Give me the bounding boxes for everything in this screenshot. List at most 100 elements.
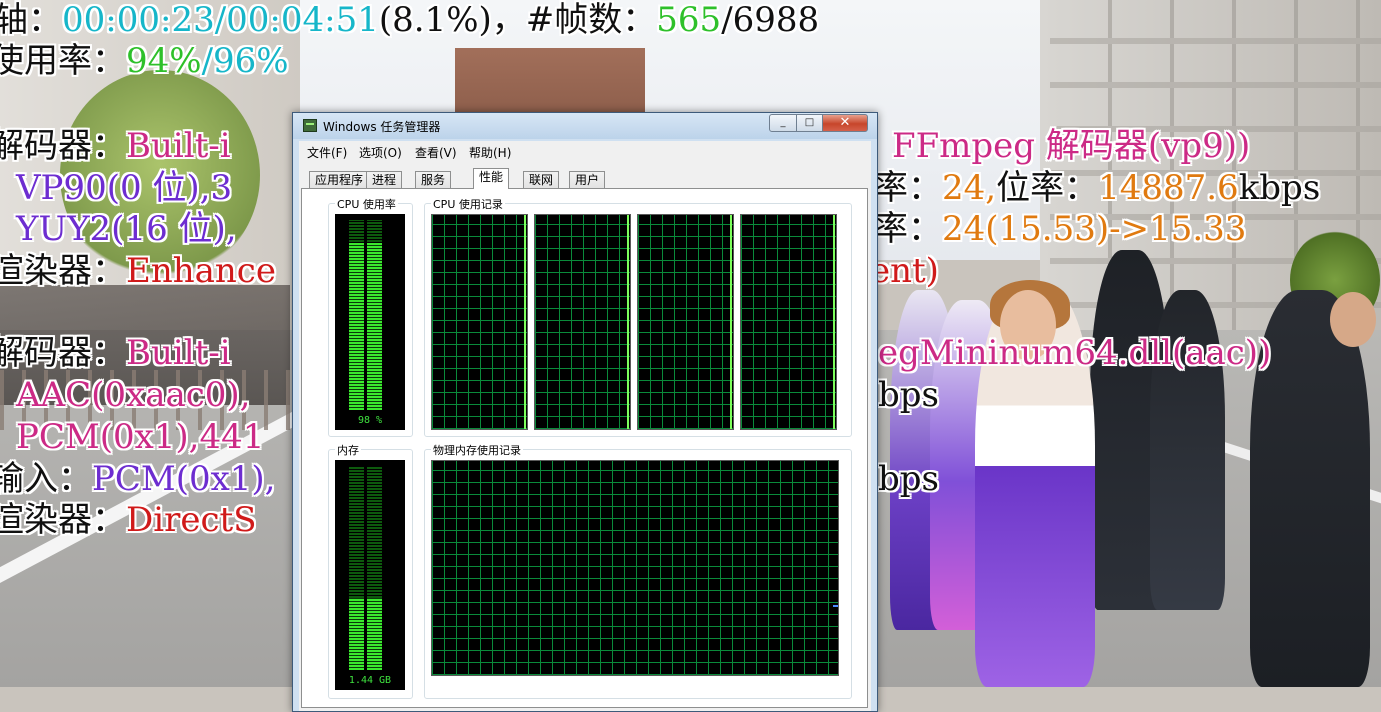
osd-frame-total: /6988 [721, 0, 820, 40]
osd-audio-bitrate-unit: bps [878, 375, 939, 415]
memory-meter-fill [349, 598, 364, 670]
cpu-trace [524, 215, 526, 429]
task-manager-window[interactable]: Windows 任务管理器 _ □ ✕ 文件(F) 选项(O) 查看(V) 帮助… [292, 112, 878, 712]
osd-audio-output: PCM(0x1), [16, 417, 200, 457]
osd-usage-value: 94% [126, 41, 202, 81]
osd-fps: 24, [942, 168, 997, 208]
cpu-history-graph-core-2 [534, 214, 631, 430]
osd-frame-current: 565 [656, 0, 722, 40]
tab-services[interactable]: 服务 [415, 171, 452, 188]
menu-bar: 文件(F) 选项(O) 查看(V) 帮助(H) [299, 141, 871, 161]
close-button[interactable]: ✕ [822, 114, 868, 132]
osd-audio-decoder-line: 解码器：Built-i [0, 333, 231, 374]
window-title: Windows 任务管理器 [323, 120, 441, 134]
menu-options[interactable]: 选项(O) [359, 144, 402, 161]
memory-history-label: 物理内存使用记录 [431, 442, 523, 458]
osd-audio-renderer: DirectS [126, 500, 257, 540]
menu-view[interactable]: 查看(V) [415, 144, 457, 161]
menu-help[interactable]: 帮助(H) [469, 144, 511, 161]
tab-processes[interactable]: 进程 [366, 171, 403, 188]
osd-audio-decoder-right: egMininum64.dll(aac)) [878, 333, 1271, 374]
osd-label: 使用率： [0, 41, 126, 81]
building-middle [455, 48, 645, 118]
memory-group: 内存 1.44 GB [328, 442, 413, 699]
menu-file[interactable]: 文件(F) [307, 144, 347, 161]
osd-audio-decoder-name: egMininum64.dll(aac)) [878, 333, 1272, 373]
title-bar[interactable]: Windows 任务管理器 _ □ ✕ [293, 113, 877, 139]
osd-partial: 441 [199, 417, 265, 457]
osd-video-decoder-line: 解码器：Built-i [0, 126, 231, 167]
cpu-usage-value: 98 % [357, 415, 383, 426]
osd-audio-input-line: 输入：PCM(0x1), [0, 459, 275, 500]
cpu-history-graph-core-3 [637, 214, 734, 430]
osd-frames-label: #帧数： [525, 0, 657, 40]
cpu-history-group: CPU 使用记录 [424, 196, 852, 437]
osd-framerate-bitrate: 率：24,位率：14887.6kbps [874, 168, 1320, 209]
memory-trace [833, 605, 838, 607]
osd-audio-input: PCM(0x1), [92, 459, 276, 499]
minimize-button[interactable]: _ [769, 114, 797, 132]
osd-usage-line: 使用率：94%/96% [0, 41, 289, 82]
osd-label: 渲染器： [0, 251, 126, 291]
osd-decoder-name: FFmpeg 解码器(vp9)) [892, 126, 1251, 166]
cpu-meter-fill [367, 243, 382, 410]
memory-value: 1.44 GB [348, 675, 392, 686]
tab-applications[interactable]: 应用程序 [309, 171, 370, 188]
window-body: 应用程序 进程 服务 性能 联网 用户 CPU 使用率 98 % CPU 使用记… [299, 161, 871, 711]
osd-video-format: VP90(0 位), [16, 168, 211, 208]
dancer-face [1330, 292, 1376, 347]
cpu-meter-fill [349, 243, 364, 410]
osd-bitrate-unit: kbps [1238, 168, 1321, 208]
osd-bitrate-label: 位率： [996, 168, 1099, 208]
memory-history-group: 物理内存使用记录 [424, 442, 852, 699]
memory-history-graph [431, 460, 839, 676]
osd-audio-input-unit: bps [878, 459, 939, 499]
osd-render-fps: 24(15.53)->15.33 [942, 209, 1247, 249]
tab-performance[interactable]: 性能 [473, 168, 510, 189]
osd-label: 输入： [0, 459, 92, 499]
osd-separator: ， [491, 0, 526, 40]
osd-audio-output-line: PCM(0x1),441 [16, 417, 264, 458]
osd-label: 解码器： [0, 126, 126, 166]
osd-video-format-line: VP90(0 位),3 [16, 168, 232, 209]
osd-bitrate: 14887.6 [1098, 168, 1239, 208]
osd-render-framerate: 率：24(15.53)->15.33 [874, 209, 1246, 250]
cpu-history-label: CPU 使用记录 [431, 196, 505, 212]
performance-panel: CPU 使用率 98 % CPU 使用记录 内存 1.44 GB 物理内存使用记… [301, 188, 868, 708]
tab-networking[interactable]: 联网 [523, 171, 560, 188]
osd-label: 率： [874, 168, 942, 208]
osd-audio-renderer-line: 渲染器：DirectS [0, 500, 257, 541]
cpu-usage-label: CPU 使用率 [335, 196, 398, 212]
osd-percent: (8.1%) [378, 0, 492, 40]
osd-partial: 3 [210, 168, 233, 208]
memory-meter-fill [367, 598, 382, 670]
memory-meter: 1.44 GB [335, 460, 405, 690]
osd-audio-format: AAC(0xaac0), [16, 375, 251, 415]
osd-label: 渲染器： [0, 500, 126, 540]
cpu-trace [730, 215, 732, 429]
maximize-button[interactable]: □ [796, 114, 823, 132]
osd-audio-bitrate-right: bps [878, 375, 939, 416]
osd-decoder-value: Built-i [126, 126, 231, 166]
cpu-history-graph-core-4 [740, 214, 837, 430]
osd-video-renderer-line: 渲染器：Enhance [0, 251, 276, 292]
osd-label: 率： [874, 209, 942, 249]
osd-usage-value2: /96% [201, 41, 289, 81]
cpu-trace [627, 215, 629, 429]
cpu-trace [833, 215, 835, 429]
task-manager-icon [303, 119, 317, 132]
cpu-usage-meter: 98 % [335, 214, 405, 430]
osd-audio-format-line: AAC(0xaac0), [16, 375, 250, 416]
osd-time: 00:00:23/00:04:51 [62, 0, 379, 40]
osd-video-renderer-right: ent) [870, 251, 939, 292]
tab-users[interactable]: 用户 [569, 171, 606, 188]
memory-label: 内存 [335, 442, 361, 458]
osd-output-format-line: YUY2(16 位), [16, 209, 237, 250]
osd-label: 轴： [0, 0, 62, 40]
osd-audio-decoder-value: Built-i [126, 333, 231, 373]
osd-video-decoder-right: FFmpeg 解码器(vp9)) [892, 126, 1250, 167]
osd-renderer-name: ent) [870, 251, 939, 291]
osd-label: 解码器： [0, 333, 126, 373]
osd-audio-input-right: bps [878, 459, 939, 500]
cpu-history-graph-core-1 [431, 214, 528, 430]
